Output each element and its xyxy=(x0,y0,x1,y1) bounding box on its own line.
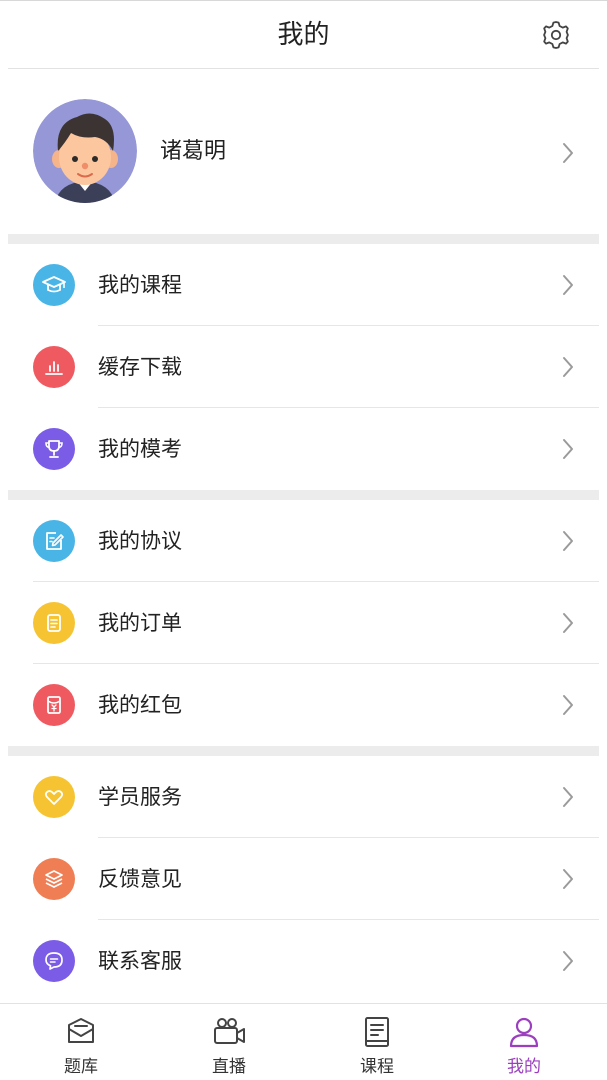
bottom-tab-bar: 题库 直播 课程 我的 xyxy=(0,1003,607,1080)
menu-item-student-service[interactable]: 学员服务 xyxy=(0,756,607,838)
section-gap xyxy=(8,490,599,500)
avatar[interactable] xyxy=(33,99,137,203)
menu-item-label: 联系客服 xyxy=(98,949,182,973)
section-gap xyxy=(8,234,599,244)
tab-label: 我的 xyxy=(507,1057,541,1077)
trophy-icon xyxy=(33,428,75,470)
edit-document-icon xyxy=(33,520,75,562)
chevron-right-icon xyxy=(560,693,576,717)
user-profile-icon xyxy=(506,1014,542,1050)
bar-chart-icon xyxy=(33,346,75,388)
chevron-right-icon xyxy=(560,355,576,379)
heart-icon xyxy=(33,776,75,818)
chevron-right-icon xyxy=(560,867,576,891)
menu-item-label: 我的模考 xyxy=(98,437,182,461)
tab-question-bank[interactable]: 题库 xyxy=(21,1004,141,1080)
menu-item-label: 我的订单 xyxy=(98,611,182,635)
profile-name: 诸葛明 xyxy=(160,139,227,164)
gear-icon[interactable] xyxy=(538,17,574,53)
chevron-right-icon xyxy=(560,949,576,973)
tab-label: 课程 xyxy=(360,1057,394,1077)
order-list-icon xyxy=(33,602,75,644)
menu-item-label: 我的协议 xyxy=(98,529,182,553)
profile-row[interactable]: 诸葛明 xyxy=(0,69,607,234)
chevron-right-icon xyxy=(560,273,576,297)
red-envelope-icon xyxy=(33,684,75,726)
tab-courses[interactable]: 课程 xyxy=(317,1004,437,1080)
menu-item-contact-service[interactable]: 联系客服 xyxy=(0,920,607,1002)
menu-item-red-envelope[interactable]: 我的红包 xyxy=(0,664,607,746)
section-gap xyxy=(8,746,599,756)
menu-item-label: 学员服务 xyxy=(98,785,182,809)
menu-item-label: 反馈意见 xyxy=(98,867,182,891)
chevron-right-icon xyxy=(560,529,576,553)
stack-icon xyxy=(33,858,75,900)
chevron-right-icon xyxy=(560,437,576,461)
question-bank-icon xyxy=(63,1014,99,1050)
menu-item-my-courses[interactable]: 我的课程 xyxy=(0,244,607,326)
menu-item-cache-download[interactable]: 缓存下载 xyxy=(0,326,607,408)
page-title: 我的 xyxy=(277,20,330,50)
menu-item-label: 我的课程 xyxy=(98,273,182,297)
menu-item-label: 我的红包 xyxy=(98,693,182,717)
menu-item-mock-exam[interactable]: 我的模考 xyxy=(0,408,607,490)
header: 我的 xyxy=(0,0,607,70)
menu-item-feedback[interactable]: 反馈意见 xyxy=(0,838,607,920)
chevron-right-icon xyxy=(560,611,576,635)
course-book-icon xyxy=(359,1014,395,1050)
menu-item-my-agreement[interactable]: 我的协议 xyxy=(0,500,607,582)
tab-label: 题库 xyxy=(64,1057,98,1077)
chevron-right-icon xyxy=(560,785,576,809)
tab-my-profile[interactable]: 我的 xyxy=(464,1004,584,1080)
my-page-screen: 我的 诸葛明 我的课程 缓存下载 我的模考 我的协议 我的订单 我的红包 学员服… xyxy=(0,0,607,1080)
graduation-cap-icon xyxy=(33,264,75,306)
tab-live[interactable]: 直播 xyxy=(169,1004,289,1080)
video-camera-icon xyxy=(211,1014,247,1050)
menu-item-my-orders[interactable]: 我的订单 xyxy=(0,582,607,664)
menu-item-label: 缓存下载 xyxy=(98,355,182,379)
chat-bubble-icon xyxy=(33,940,75,982)
chevron-right-icon xyxy=(560,141,576,165)
tab-label: 直播 xyxy=(212,1057,246,1077)
